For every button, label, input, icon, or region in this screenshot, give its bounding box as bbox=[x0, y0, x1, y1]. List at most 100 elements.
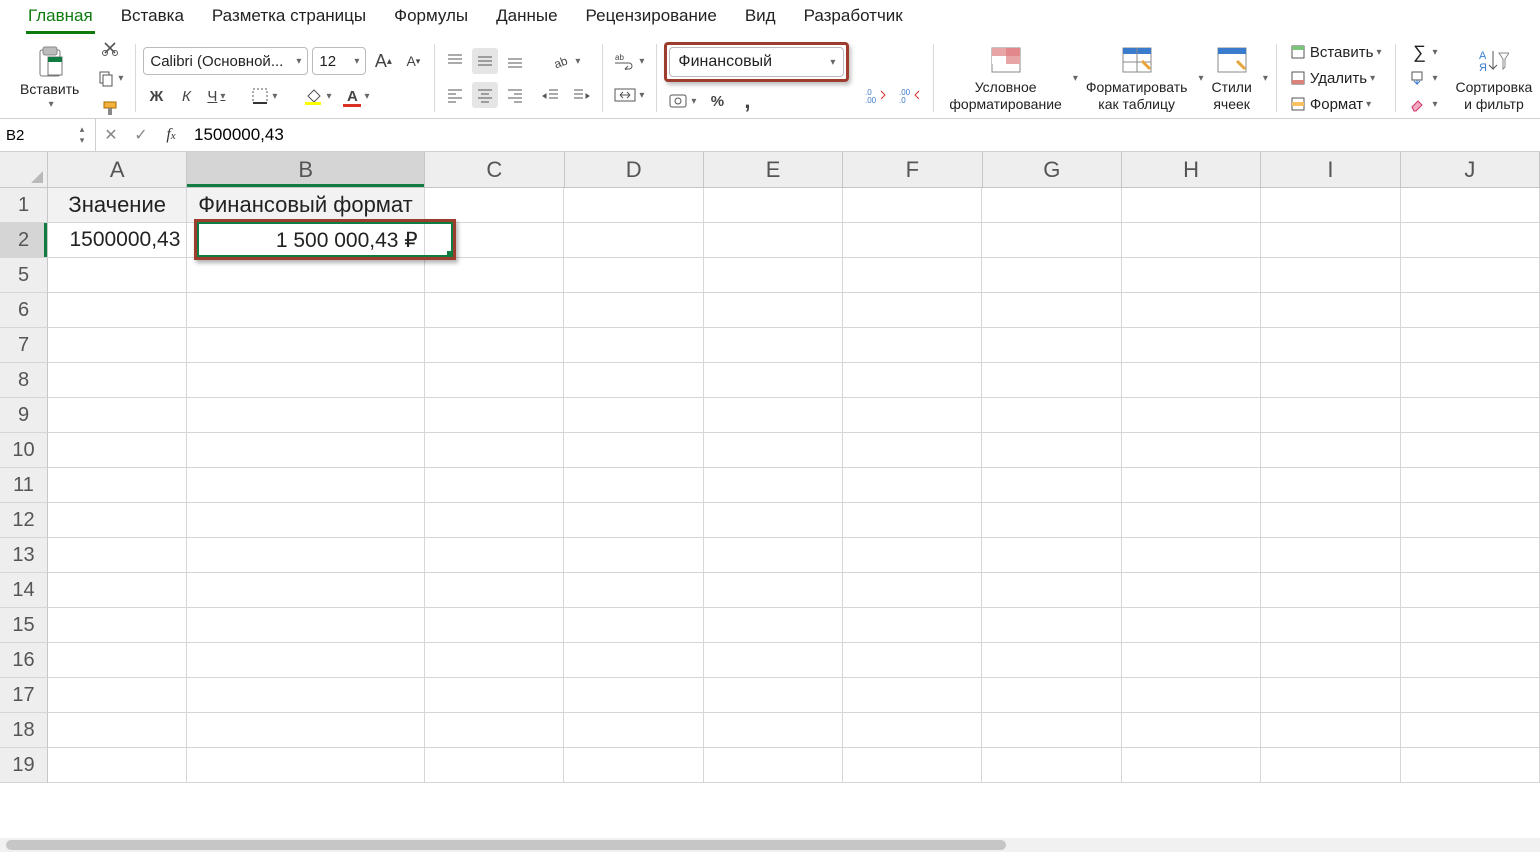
cell-H9[interactable] bbox=[1122, 398, 1261, 433]
comma-style-button[interactable]: , bbox=[734, 88, 760, 114]
copy-button[interactable] bbox=[93, 65, 127, 91]
cell-I17[interactable] bbox=[1261, 678, 1400, 713]
col-header-A[interactable]: A bbox=[48, 152, 187, 188]
cell-E14[interactable] bbox=[704, 573, 843, 608]
format-as-table-button[interactable]: Форматировать как таблицу bbox=[1078, 41, 1196, 116]
cell-B6[interactable] bbox=[187, 293, 424, 328]
cell-G9[interactable] bbox=[982, 398, 1121, 433]
cell-E9[interactable] bbox=[704, 398, 843, 433]
chevron-down-icon[interactable] bbox=[1195, 73, 1203, 84]
cell-B2[interactable]: 1 500 000,43 ₽ bbox=[187, 223, 424, 258]
cell-A8[interactable] bbox=[48, 363, 187, 398]
sort-filter-button[interactable]: АЯ Сортировка и фильтр bbox=[1448, 41, 1540, 116]
cell-A17[interactable] bbox=[48, 678, 187, 713]
name-box[interactable]: ▴▾ bbox=[0, 119, 96, 151]
cell-J9[interactable] bbox=[1401, 398, 1540, 433]
cell-B18[interactable] bbox=[187, 713, 424, 748]
cell-A19[interactable] bbox=[48, 748, 187, 783]
cell-C14[interactable] bbox=[425, 573, 564, 608]
row-header-2[interactable]: 2 bbox=[0, 223, 48, 258]
orientation-button[interactable]: ab bbox=[538, 48, 594, 74]
row-header-9[interactable]: 9 bbox=[0, 398, 48, 433]
cell-C5[interactable] bbox=[425, 258, 564, 293]
cell-B14[interactable] bbox=[187, 573, 424, 608]
cell-A7[interactable] bbox=[48, 328, 187, 363]
cell-A13[interactable] bbox=[48, 538, 187, 573]
fill-button[interactable] bbox=[1403, 66, 1443, 90]
cell-A15[interactable] bbox=[48, 608, 187, 643]
cell-J15[interactable] bbox=[1401, 608, 1540, 643]
clear-button[interactable] bbox=[1403, 92, 1443, 116]
col-header-B[interactable]: B bbox=[187, 152, 425, 188]
cell-F8[interactable] bbox=[843, 363, 982, 398]
cell-F13[interactable] bbox=[843, 538, 982, 573]
cell-J12[interactable] bbox=[1401, 503, 1540, 538]
cell-J10[interactable] bbox=[1401, 433, 1540, 468]
cell-E19[interactable] bbox=[704, 748, 843, 783]
autosum-button[interactable]: ∑ bbox=[1403, 40, 1443, 64]
cell-D14[interactable] bbox=[564, 573, 703, 608]
cell-G6[interactable] bbox=[982, 293, 1121, 328]
chevron-down-icon[interactable] bbox=[1070, 73, 1078, 84]
cell-D9[interactable] bbox=[564, 398, 703, 433]
cell-G2[interactable] bbox=[982, 223, 1121, 258]
cell-D12[interactable] bbox=[564, 503, 703, 538]
cell-J11[interactable] bbox=[1401, 468, 1540, 503]
cell-J6[interactable] bbox=[1401, 293, 1540, 328]
number-format-select[interactable]: Финансовый bbox=[669, 47, 844, 77]
cell-E17[interactable] bbox=[704, 678, 843, 713]
cell-C11[interactable] bbox=[425, 468, 564, 503]
cell-C7[interactable] bbox=[425, 328, 564, 363]
cell-J18[interactable] bbox=[1401, 713, 1540, 748]
cell-A5[interactable] bbox=[48, 258, 187, 293]
tab-Разметка страницы[interactable]: Разметка страницы bbox=[198, 0, 380, 34]
cell-D18[interactable] bbox=[564, 713, 703, 748]
cell-H1[interactable] bbox=[1122, 188, 1261, 223]
cell-C9[interactable] bbox=[425, 398, 564, 433]
cell-F1[interactable] bbox=[843, 188, 982, 223]
col-header-H[interactable]: H bbox=[1122, 152, 1261, 188]
cell-G12[interactable] bbox=[982, 503, 1121, 538]
row-header-6[interactable]: 6 bbox=[0, 293, 48, 328]
col-header-C[interactable]: C bbox=[425, 152, 564, 188]
fill-color-button[interactable] bbox=[299, 83, 335, 109]
accept-edit-button[interactable]: ✓ bbox=[126, 125, 156, 145]
decrease-decimal-button[interactable]: .00.0 bbox=[895, 82, 925, 108]
conditional-formatting-button[interactable]: Условное форматирование bbox=[941, 41, 1069, 116]
cell-C15[interactable] bbox=[425, 608, 564, 643]
cell-D7[interactable] bbox=[564, 328, 703, 363]
cell-E18[interactable] bbox=[704, 713, 843, 748]
row-header-16[interactable]: 16 bbox=[0, 643, 48, 678]
cell-A14[interactable] bbox=[48, 573, 187, 608]
cell-F5[interactable] bbox=[843, 258, 982, 293]
paste-button[interactable]: Вставить bbox=[12, 43, 87, 113]
cell-A9[interactable] bbox=[48, 398, 187, 433]
cell-J1[interactable] bbox=[1401, 188, 1540, 223]
cell-B17[interactable] bbox=[187, 678, 424, 713]
cell-F19[interactable] bbox=[843, 748, 982, 783]
bold-button[interactable]: Ж bbox=[143, 83, 169, 109]
cell-A16[interactable] bbox=[48, 643, 187, 678]
align-middle-button[interactable] bbox=[472, 48, 498, 74]
cell-B10[interactable] bbox=[187, 433, 424, 468]
cell-G15[interactable] bbox=[982, 608, 1121, 643]
row-header-19[interactable]: 19 bbox=[0, 748, 48, 783]
cell-F14[interactable] bbox=[843, 573, 982, 608]
cell-B9[interactable] bbox=[187, 398, 424, 433]
cell-I6[interactable] bbox=[1261, 293, 1400, 328]
wrap-text-button[interactable]: ab bbox=[610, 48, 648, 74]
cell-J16[interactable] bbox=[1401, 643, 1540, 678]
cell-I8[interactable] bbox=[1261, 363, 1400, 398]
cell-H19[interactable] bbox=[1122, 748, 1261, 783]
cell-D2[interactable] bbox=[564, 223, 703, 258]
cell-I5[interactable] bbox=[1261, 258, 1400, 293]
formula-input[interactable] bbox=[186, 125, 1540, 145]
cell-D10[interactable] bbox=[564, 433, 703, 468]
cell-H8[interactable] bbox=[1122, 363, 1261, 398]
cell-H15[interactable] bbox=[1122, 608, 1261, 643]
cell-D19[interactable] bbox=[564, 748, 703, 783]
tab-Рецензирование[interactable]: Рецензирование bbox=[572, 0, 731, 34]
cell-A2[interactable]: 1500000,43 bbox=[48, 223, 187, 258]
cell-E7[interactable] bbox=[704, 328, 843, 363]
cell-E12[interactable] bbox=[704, 503, 843, 538]
